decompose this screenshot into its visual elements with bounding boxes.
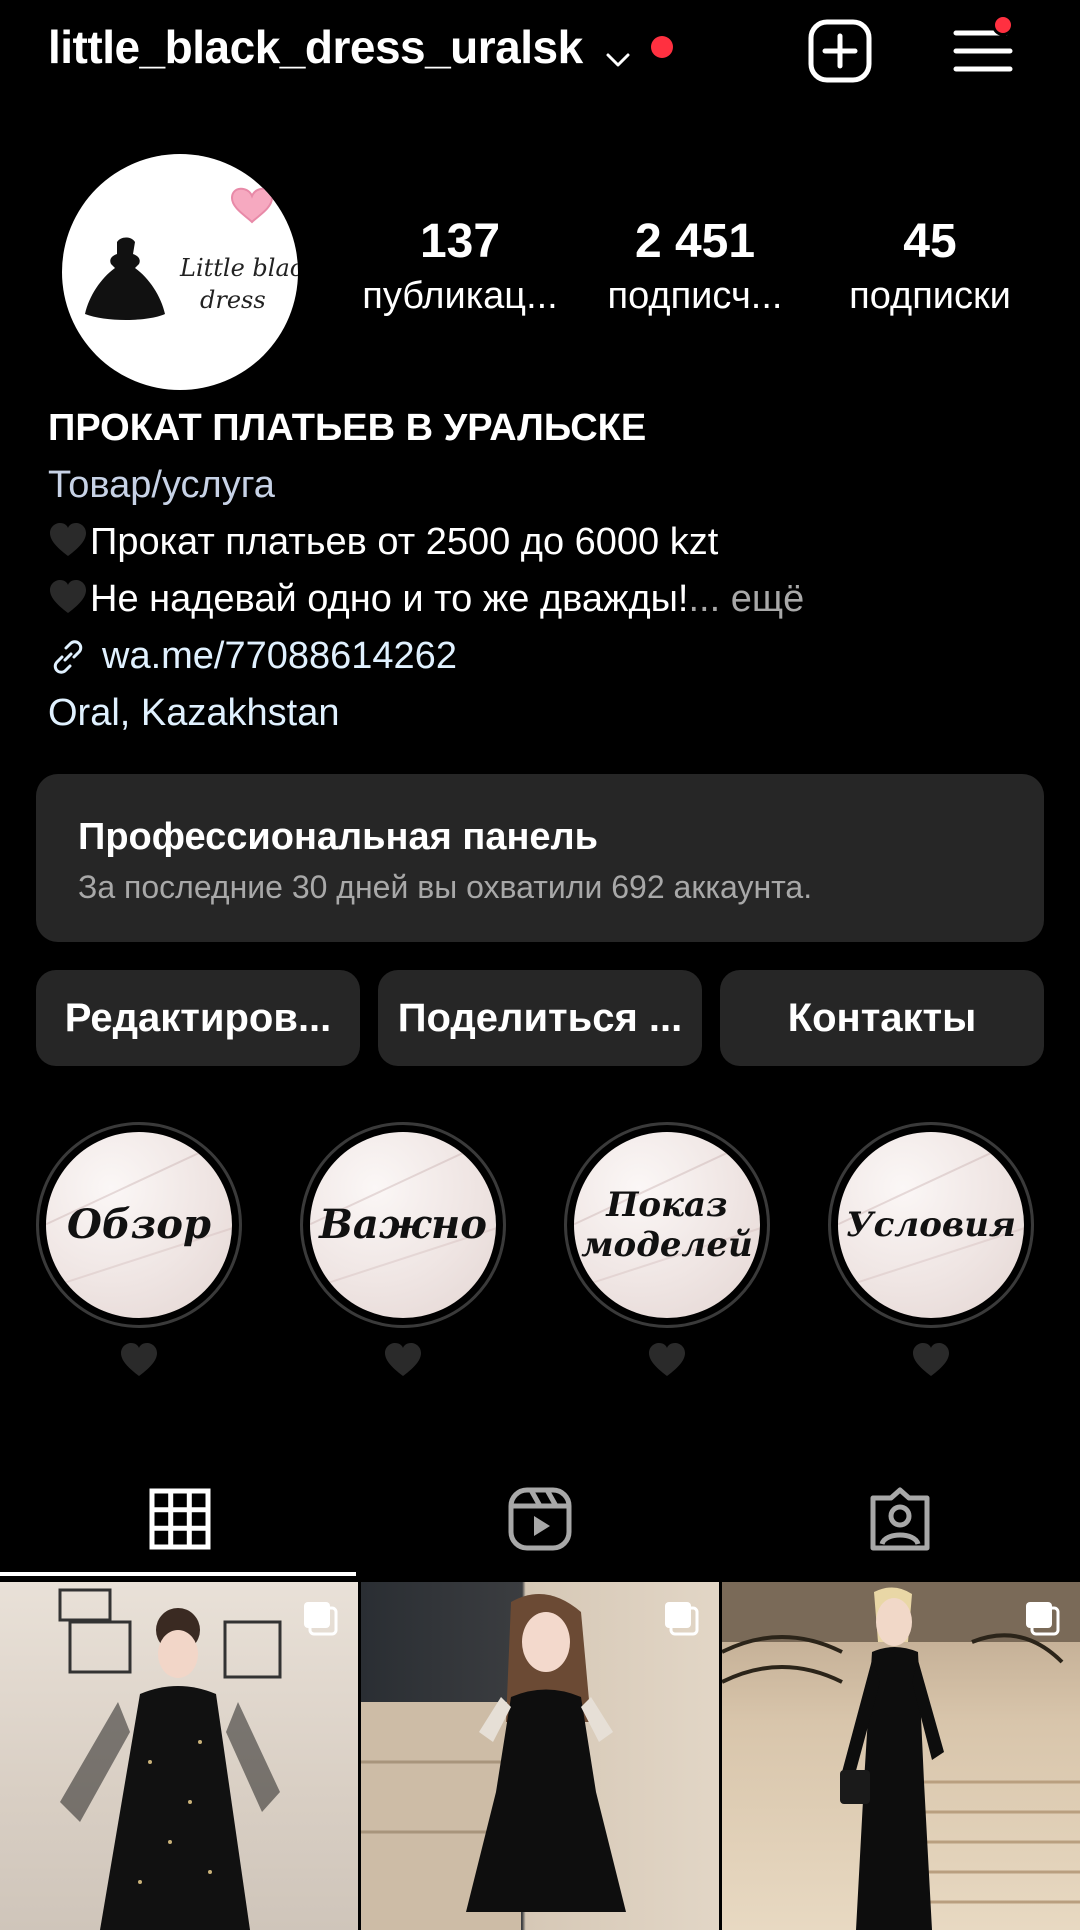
highlight-pokaz-modeley[interactable]: Показ моделей: [564, 1122, 770, 1382]
chevron-down-icon[interactable]: [603, 32, 633, 67]
highlight-cover: Показ моделей: [574, 1132, 760, 1318]
highlight-cover-text: Условия: [846, 1205, 1016, 1245]
multiple-photos-icon: [1026, 1602, 1060, 1636]
post-thumbnail[interactable]: [361, 1582, 719, 1930]
share-profile-button[interactable]: Поделиться ...: [378, 970, 702, 1066]
edit-profile-button[interactable]: Редактиров...: [36, 970, 360, 1066]
stat-followers[interactable]: 2 451 подписч...: [585, 214, 805, 322]
following-count: 45: [903, 215, 957, 268]
bio-line-1: Прокат платьев от 2500 до 6000 kzt: [48, 514, 1048, 571]
highlight-cover-text: Показ моделей: [581, 1185, 753, 1265]
highlight-cover-text: Обзор: [67, 1201, 211, 1248]
post-thumbnail[interactable]: [0, 1582, 358, 1930]
profile-category: Товар/услуга: [48, 464, 275, 506]
profile-name: ПРОКАТ ПЛАТЬЕВ В УРАЛЬСКЕ: [48, 407, 647, 449]
followers-label: подписч...: [607, 275, 783, 317]
post-thumbnail[interactable]: [722, 1582, 1080, 1930]
highlight-cover-text-line2: моделей: [581, 1225, 753, 1265]
black-heart-icon: [564, 1342, 770, 1382]
highlight-cover: Важно: [310, 1132, 496, 1318]
avatar-logo-text: Little black: [179, 254, 298, 282]
posts-label: публикац...: [362, 275, 558, 317]
grid-icon: [149, 1488, 211, 1550]
new-post-icon[interactable]: [805, 16, 875, 86]
bio-text-1: Прокат платьев от 2500 до 6000 kzt: [90, 521, 719, 563]
highlight-vazhno[interactable]: Важно: [300, 1122, 506, 1382]
black-heart-icon: [300, 1342, 506, 1382]
bio-text-2: Не надевай одно и то же дважды!: [90, 578, 689, 620]
notification-dot: [650, 36, 673, 58]
link-icon: [53, 639, 83, 674]
avatar-logo-text-2: dress: [200, 286, 266, 314]
top-bar: little_black_dress_uralsk: [0, 0, 1080, 100]
bio-line-2: Не надевай одно и то же дважды!... ещё: [48, 571, 1048, 628]
website-url[interactable]: wa.me/77088614262: [102, 628, 457, 685]
highlight-cover: Обзор: [46, 1132, 232, 1318]
website-link[interactable]: wa.me/77088614262: [48, 628, 1048, 685]
posts-count: 137: [419, 215, 501, 268]
highlight-ring: Важно: [300, 1122, 506, 1328]
black-heart-icon: [828, 1342, 1034, 1382]
menu-notification-dot: [992, 14, 1014, 36]
active-tab-indicator: [0, 1572, 356, 1576]
tagged-icon: [870, 1487, 930, 1551]
highlight-ring: Показ моделей: [564, 1122, 770, 1328]
highlight-usloviya[interactable]: Условия: [828, 1122, 1034, 1382]
tab-tagged[interactable]: [720, 1462, 1080, 1576]
highlight-cover-text: Важно: [319, 1201, 487, 1248]
multiple-photos-icon: [304, 1602, 338, 1636]
followers-count: 2 451: [634, 215, 756, 268]
profile-tabs: [0, 1462, 1080, 1576]
location[interactable]: Oral, Kazakhstan: [48, 685, 1048, 742]
highlight-obzor[interactable]: Обзор: [36, 1122, 242, 1382]
highlight-ring: Обзор: [36, 1122, 242, 1328]
username[interactable]: little_black_dress_uralsk: [48, 20, 583, 74]
multiple-photos-icon: [665, 1602, 699, 1636]
following-label: подписки: [849, 275, 1011, 317]
black-heart-icon: [36, 1342, 242, 1382]
reels-icon: [508, 1487, 572, 1551]
black-heart-icon: [48, 575, 88, 613]
highlight-ring: Условия: [828, 1122, 1034, 1328]
highlight-cover: Условия: [838, 1132, 1024, 1318]
profile-stats: 137 публикац... 2 451 подписч... 45 подп…: [350, 214, 1040, 322]
posts-grid: [0, 1582, 1080, 1930]
account-switcher[interactable]: little_black_dress_uralsk: [48, 20, 673, 74]
highlight-cover-text-line1: Показ: [606, 1185, 728, 1225]
panel-subtitle: За последние 30 дней вы охватили 692 акк…: [78, 869, 813, 905]
menu-icon[interactable]: [948, 14, 1018, 86]
more-link[interactable]: ... ещё: [688, 578, 804, 620]
panel-title: Профессиональная панель: [78, 816, 599, 858]
professional-dashboard[interactable]: Профессиональная панель За последние 30 …: [36, 774, 1044, 942]
avatar[interactable]: Little black dress: [62, 154, 298, 390]
tab-reels[interactable]: [360, 1462, 720, 1576]
bio: ПРОКАТ ПЛАТЬЕВ В УРАЛЬСКЕ Товар/услуга П…: [48, 400, 1048, 742]
stat-posts[interactable]: 137 публикац...: [350, 214, 570, 322]
tab-posts-grid[interactable]: [0, 1462, 360, 1576]
contacts-button[interactable]: Контакты: [720, 970, 1044, 1066]
stat-following[interactable]: 45 подписки: [820, 214, 1040, 322]
black-heart-icon: [48, 518, 88, 556]
